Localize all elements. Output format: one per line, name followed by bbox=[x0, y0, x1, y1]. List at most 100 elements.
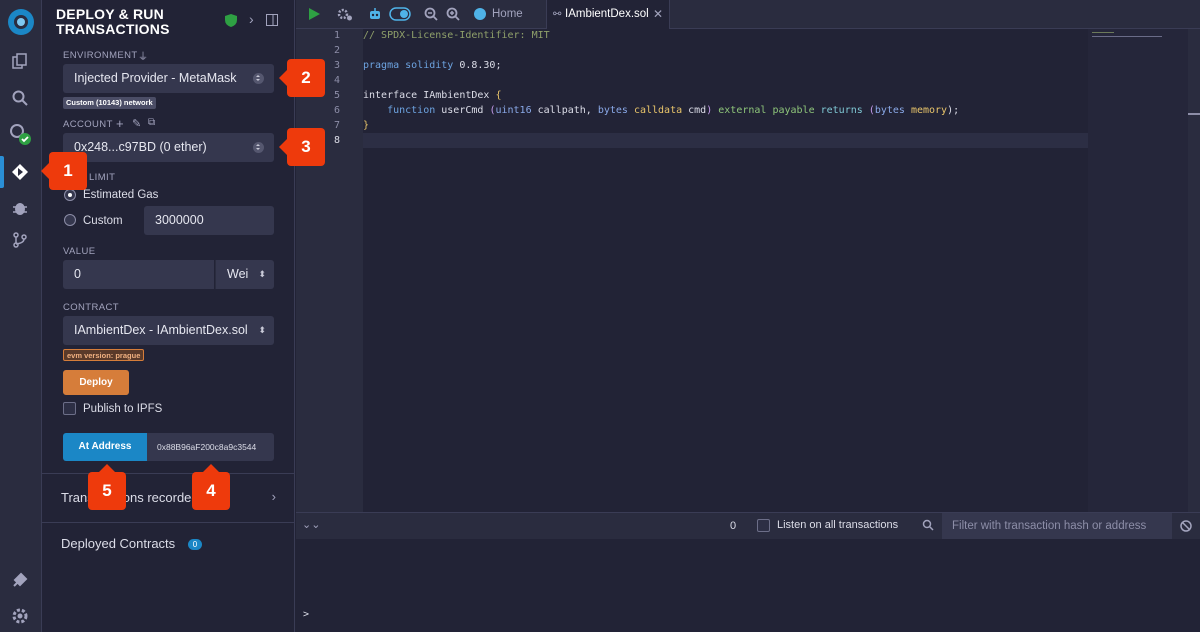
transaction-count: 0 bbox=[730, 520, 737, 532]
ai-toggle-switch[interactable] bbox=[389, 5, 411, 23]
terminal-output[interactable]: > bbox=[296, 539, 1200, 632]
callout-5: 5 bbox=[88, 464, 126, 510]
remix-ide: DEPLOY & RUN TRANSACTIONS › ENVIRONMENT … bbox=[0, 0, 1200, 632]
account-value: 0x248...c97BD (0 ether) bbox=[74, 140, 207, 154]
tab-home[interactable]: Home bbox=[470, 0, 548, 29]
plug-icon: ⏚ bbox=[138, 52, 148, 63]
deployed-count-badge: 0 bbox=[188, 539, 202, 550]
file-explorer-icon[interactable] bbox=[8, 50, 32, 74]
collapse-terminal-icon[interactable]: ⌄⌄ bbox=[302, 518, 320, 531]
line-number: 7 bbox=[333, 120, 340, 131]
estimated-gas-label: Estimated Gas bbox=[83, 189, 159, 201]
listen-all-label: Listen on all transactions bbox=[777, 519, 899, 531]
contract-value: IAmbientDex - IAmbientDex.sol bbox=[74, 323, 248, 337]
estimated-gas-radio[interactable] bbox=[64, 189, 76, 201]
deploy-run-panel: DEPLOY & RUN TRANSACTIONS › ENVIRONMENT … bbox=[42, 0, 295, 632]
account-select[interactable]: 0x248...c97BD (0 ether) bbox=[63, 133, 274, 162]
search-icon[interactable] bbox=[8, 86, 32, 110]
at-address-input[interactable]: 0x88B96aF200c8a9c3544 bbox=[147, 433, 274, 461]
divider bbox=[42, 473, 295, 474]
value-unit-select[interactable]: Wei ⬍ bbox=[215, 260, 274, 289]
listen-all-checkbox[interactable] bbox=[757, 519, 770, 532]
minimap-line bbox=[1092, 36, 1162, 37]
run-play-icon[interactable] bbox=[305, 5, 323, 23]
debugger-icon[interactable] bbox=[8, 196, 32, 220]
at-address-button[interactable]: At Address bbox=[63, 433, 147, 461]
select-arrows-icon bbox=[253, 73, 264, 84]
home-logo-icon bbox=[474, 8, 486, 20]
callout-2: 2 bbox=[279, 59, 325, 97]
filter-search-icon bbox=[922, 518, 934, 536]
value-label: VALUE bbox=[63, 246, 96, 257]
copy-icon[interactable]: ⧉ bbox=[148, 117, 155, 128]
file-link-icon: ⚯ bbox=[553, 9, 562, 20]
settings-gear-icon[interactable] bbox=[8, 604, 32, 628]
line-number: 3 bbox=[333, 60, 340, 71]
account-label: ACCOUNT bbox=[63, 119, 113, 130]
panel-title: DEPLOY & RUN TRANSACTIONS bbox=[56, 6, 170, 37]
clear-terminal-icon[interactable] bbox=[1180, 519, 1192, 537]
code-area[interactable]: // SPDX-License-Identifier: MIT pragma s… bbox=[363, 29, 1088, 512]
line-number: 4 bbox=[333, 75, 340, 86]
callout-4: 4 bbox=[192, 464, 230, 510]
zoom-in-icon[interactable] bbox=[444, 5, 462, 23]
tab-file-label: IAmbientDex.sol bbox=[565, 8, 649, 20]
line-number: 5 bbox=[333, 90, 340, 101]
contract-select[interactable]: IAmbientDex - IAmbientDex.sol ⬍ bbox=[63, 316, 274, 345]
unit-arrows-icon: ⬍ bbox=[258, 269, 266, 279]
current-line-highlight bbox=[363, 133, 1088, 148]
tab-iambientdex-sol[interactable]: ⚯ IAmbientDex.sol ✕ bbox=[546, 0, 670, 29]
close-tab-icon[interactable]: ✕ bbox=[653, 0, 663, 29]
remix-logo-icon[interactable] bbox=[5, 6, 37, 38]
code-line-3: pragma solidity 0.8.30; bbox=[363, 60, 502, 71]
callout-1: 1 bbox=[41, 152, 87, 190]
gas-limit-label: LIMIT bbox=[89, 172, 116, 183]
git-icon[interactable] bbox=[8, 228, 32, 252]
deployed-contracts-title[interactable]: Deployed Contracts bbox=[61, 536, 175, 551]
editor-scrollbar[interactable] bbox=[1188, 29, 1200, 512]
divider bbox=[42, 522, 295, 523]
publish-ipfs-checkbox[interactable] bbox=[63, 402, 76, 415]
code-line-7: } bbox=[363, 120, 370, 131]
contract-arrows-icon: ⬍ bbox=[258, 325, 266, 335]
network-badge: Custom (10143) network bbox=[63, 97, 156, 109]
environment-value: Injected Provider - MetaMask bbox=[74, 71, 237, 85]
line-number: 1 bbox=[333, 30, 340, 41]
gas-limit-input[interactable]: 3000000 bbox=[144, 206, 274, 235]
ai-robot-icon[interactable] bbox=[366, 5, 384, 23]
compile-settings-icon[interactable] bbox=[336, 5, 354, 23]
add-account-icon[interactable]: + bbox=[116, 116, 124, 131]
line-number: 2 bbox=[333, 45, 340, 56]
edit-icon[interactable]: ✎ bbox=[132, 117, 141, 130]
deploy-run-icon[interactable] bbox=[8, 160, 32, 184]
line-number: 6 bbox=[333, 105, 340, 116]
scroll-thumb[interactable] bbox=[1188, 113, 1200, 115]
deploy-button[interactable]: Deploy bbox=[63, 370, 129, 395]
environment-select[interactable]: Injected Provider - MetaMask bbox=[63, 64, 274, 93]
dock-panel-icon[interactable] bbox=[266, 14, 278, 29]
custom-gas-radio[interactable] bbox=[64, 214, 76, 226]
transactions-recorded-title-tail: ons recorded bbox=[122, 490, 199, 505]
code-line-6: function userCmd (uint16 callpath, bytes… bbox=[363, 105, 960, 116]
chevron-right-icon[interactable]: › bbox=[249, 11, 254, 27]
code-editor[interactable]: 1 2 3 4 5 6 7 8 // SPDX-License-Identifi… bbox=[296, 29, 1200, 512]
tab-home-label: Home bbox=[492, 8, 523, 20]
transaction-filter-input[interactable]: Filter with transaction hash or address bbox=[942, 513, 1172, 540]
callout-3: 3 bbox=[279, 128, 325, 166]
line-number: 8 bbox=[333, 135, 340, 146]
contract-label: CONTRACT bbox=[63, 302, 119, 313]
active-indicator bbox=[0, 156, 4, 188]
evm-version-badge: evm version: prague bbox=[63, 349, 145, 361]
zoom-out-icon[interactable] bbox=[422, 5, 440, 23]
value-input[interactable]: 0 bbox=[63, 260, 214, 289]
code-line-1: // SPDX-License-Identifier: MIT bbox=[363, 30, 550, 41]
shield-check-icon[interactable] bbox=[225, 14, 237, 30]
terminal-toolbar: ⌄⌄ 0 Listen on all transactions Filter w… bbox=[296, 512, 1200, 540]
minimap[interactable] bbox=[1088, 29, 1188, 512]
value-unit: Wei bbox=[227, 267, 249, 281]
publish-ipfs-label: Publish to IPFS bbox=[83, 403, 163, 415]
plugin-manager-icon[interactable] bbox=[8, 568, 32, 592]
solidity-compiler-icon[interactable] bbox=[8, 122, 32, 146]
select-arrows-icon bbox=[253, 142, 264, 153]
terminal-prompt: > bbox=[303, 609, 310, 620]
